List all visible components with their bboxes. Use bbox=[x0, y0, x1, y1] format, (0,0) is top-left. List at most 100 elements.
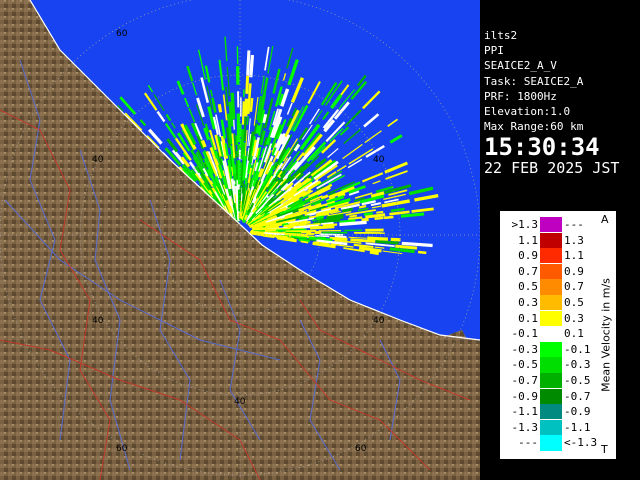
legend-right-value: -0.7 bbox=[564, 389, 591, 403]
ring-label: 60 bbox=[116, 444, 128, 454]
echo-streak bbox=[417, 250, 427, 255]
legend-row: -0.5 -0.3 bbox=[500, 357, 616, 373]
product-name: SEAICE2_A_V bbox=[484, 59, 557, 73]
echo-streak bbox=[376, 210, 384, 214]
echo-streak bbox=[249, 97, 254, 112]
ring-label: 60 bbox=[355, 444, 367, 454]
echo-streak bbox=[285, 229, 317, 233]
echo-streak bbox=[230, 92, 236, 120]
legend-swatch bbox=[540, 263, 562, 280]
prf: PRF: 1800Hz bbox=[484, 89, 557, 103]
legend-left-value: 0.7 bbox=[518, 264, 538, 278]
echo-streak bbox=[246, 115, 249, 125]
legend-left-value: --- bbox=[518, 436, 538, 450]
echo-streak bbox=[298, 238, 310, 243]
legend-right-value: 0.5 bbox=[564, 296, 584, 309]
site-name: ilts2 bbox=[484, 29, 518, 42]
echo-streak bbox=[315, 215, 325, 220]
legend-left-value: 0.3 bbox=[518, 296, 538, 309]
legend-left-value: -1.3 bbox=[511, 420, 539, 434]
scan-date: 22 FEB 2025 JST bbox=[484, 159, 620, 178]
legend-row: 0.3 0.5 bbox=[500, 295, 616, 311]
legend-swatch bbox=[540, 217, 562, 233]
legend-left-value: -0.3 bbox=[511, 342, 539, 356]
legend-swatch bbox=[540, 341, 562, 358]
legend-swatch bbox=[540, 419, 562, 436]
radar-ppi-display[interactable]: 60 40 40 40 40 60 60 40 bbox=[0, 0, 480, 480]
echo-streak bbox=[245, 75, 250, 94]
legend-swatch bbox=[540, 326, 562, 342]
legend-row: 0.1 0.3 bbox=[500, 310, 616, 326]
legend-swatch bbox=[540, 404, 562, 420]
echo-streak bbox=[243, 117, 247, 142]
echo-streak bbox=[319, 233, 344, 236]
legend-row: 0.7 0.9 bbox=[500, 263, 616, 280]
legend-left-value: -1.1 bbox=[511, 405, 539, 419]
echo-streak bbox=[255, 125, 261, 134]
echo-streak bbox=[315, 234, 330, 238]
echo-streak bbox=[300, 240, 309, 244]
legend-right-value: -1.1 bbox=[564, 420, 591, 434]
echo-streak bbox=[299, 220, 311, 225]
legend-right-value: 1.1 bbox=[564, 249, 584, 263]
legend-right-value: 0.1 bbox=[564, 327, 584, 341]
legend-right-value: -0.9 bbox=[564, 405, 591, 419]
ring-label: 40 bbox=[373, 316, 385, 326]
echo-streak bbox=[249, 54, 255, 78]
echo-streak bbox=[369, 250, 379, 256]
legend-left-value: -0.7 bbox=[511, 374, 539, 387]
echo-streak bbox=[241, 101, 245, 125]
legend-row: -0.3 -0.1 bbox=[500, 341, 616, 358]
echo-streak bbox=[361, 217, 369, 222]
echo-streak bbox=[358, 205, 367, 209]
legend-row: -1.3 -1.1 bbox=[500, 419, 616, 436]
task-name: Task: SEAICE2_A bbox=[484, 74, 584, 88]
echo-streak bbox=[244, 98, 249, 117]
legend-left-value: 0.1 bbox=[518, 311, 538, 325]
echo-streak bbox=[390, 237, 401, 242]
legend-row: 1.1 1.3 bbox=[500, 232, 616, 248]
ring-label: 60 bbox=[116, 29, 128, 39]
legend-right-value: 0.9 bbox=[564, 264, 584, 278]
echo-streak bbox=[334, 235, 347, 239]
legend-row: -1.1 -0.9 bbox=[500, 404, 616, 420]
echo-streak bbox=[400, 212, 425, 218]
legend-swatch bbox=[540, 279, 562, 295]
velocity-legend: A Mean Velocity in m/s T >1.3 --- 1.1 1.3 0.… bbox=[499, 210, 617, 460]
legend-row: -0.9 -0.7 bbox=[500, 388, 616, 404]
legend-left-value: -0.5 bbox=[511, 358, 539, 372]
elevation: Elevation:1.0 bbox=[484, 105, 571, 119]
legend-right-value: 0.3 bbox=[564, 311, 584, 325]
scan-time: 15:30:34 bbox=[484, 133, 600, 162]
legend-right-value: -0.3 bbox=[564, 358, 591, 372]
legend-left-value: -0.1 bbox=[511, 327, 539, 341]
legend-swatch bbox=[540, 310, 562, 326]
echo-streak bbox=[248, 156, 254, 164]
echo-streak bbox=[246, 50, 251, 76]
echo-streak bbox=[375, 240, 399, 245]
legend-swatch bbox=[540, 435, 562, 451]
legend-swatch bbox=[540, 373, 562, 389]
legend-swatch bbox=[540, 357, 562, 373]
echo-streak bbox=[395, 244, 418, 250]
echo-streak bbox=[232, 173, 237, 181]
echo-streak bbox=[367, 236, 388, 241]
echo-streak bbox=[339, 220, 367, 227]
legend-right-value: -0.5 bbox=[564, 374, 591, 387]
echo-streak bbox=[349, 214, 358, 218]
echo-streak bbox=[200, 139, 207, 148]
legend-right-value: 0.7 bbox=[564, 280, 584, 294]
legend-row: >1.3 --- bbox=[500, 217, 616, 233]
legend-row: -0.1 0.1 bbox=[500, 326, 616, 342]
echo-streak bbox=[233, 119, 235, 130]
echo-streak bbox=[374, 216, 384, 220]
echo-streak bbox=[350, 238, 376, 243]
echo-streak bbox=[383, 215, 394, 220]
legend-swatch bbox=[540, 232, 562, 248]
ring-label: 40 bbox=[373, 155, 385, 165]
legend-left-value: >1.3 bbox=[511, 218, 539, 231]
radar-info-panel: ilts2 PPI SEAICE2_A_V Task: SEAICE2_A PR… bbox=[482, 28, 640, 186]
max-range: Max Range:60 km bbox=[484, 120, 584, 134]
echo-streak bbox=[309, 225, 335, 230]
ring-label: 40 bbox=[92, 316, 104, 326]
